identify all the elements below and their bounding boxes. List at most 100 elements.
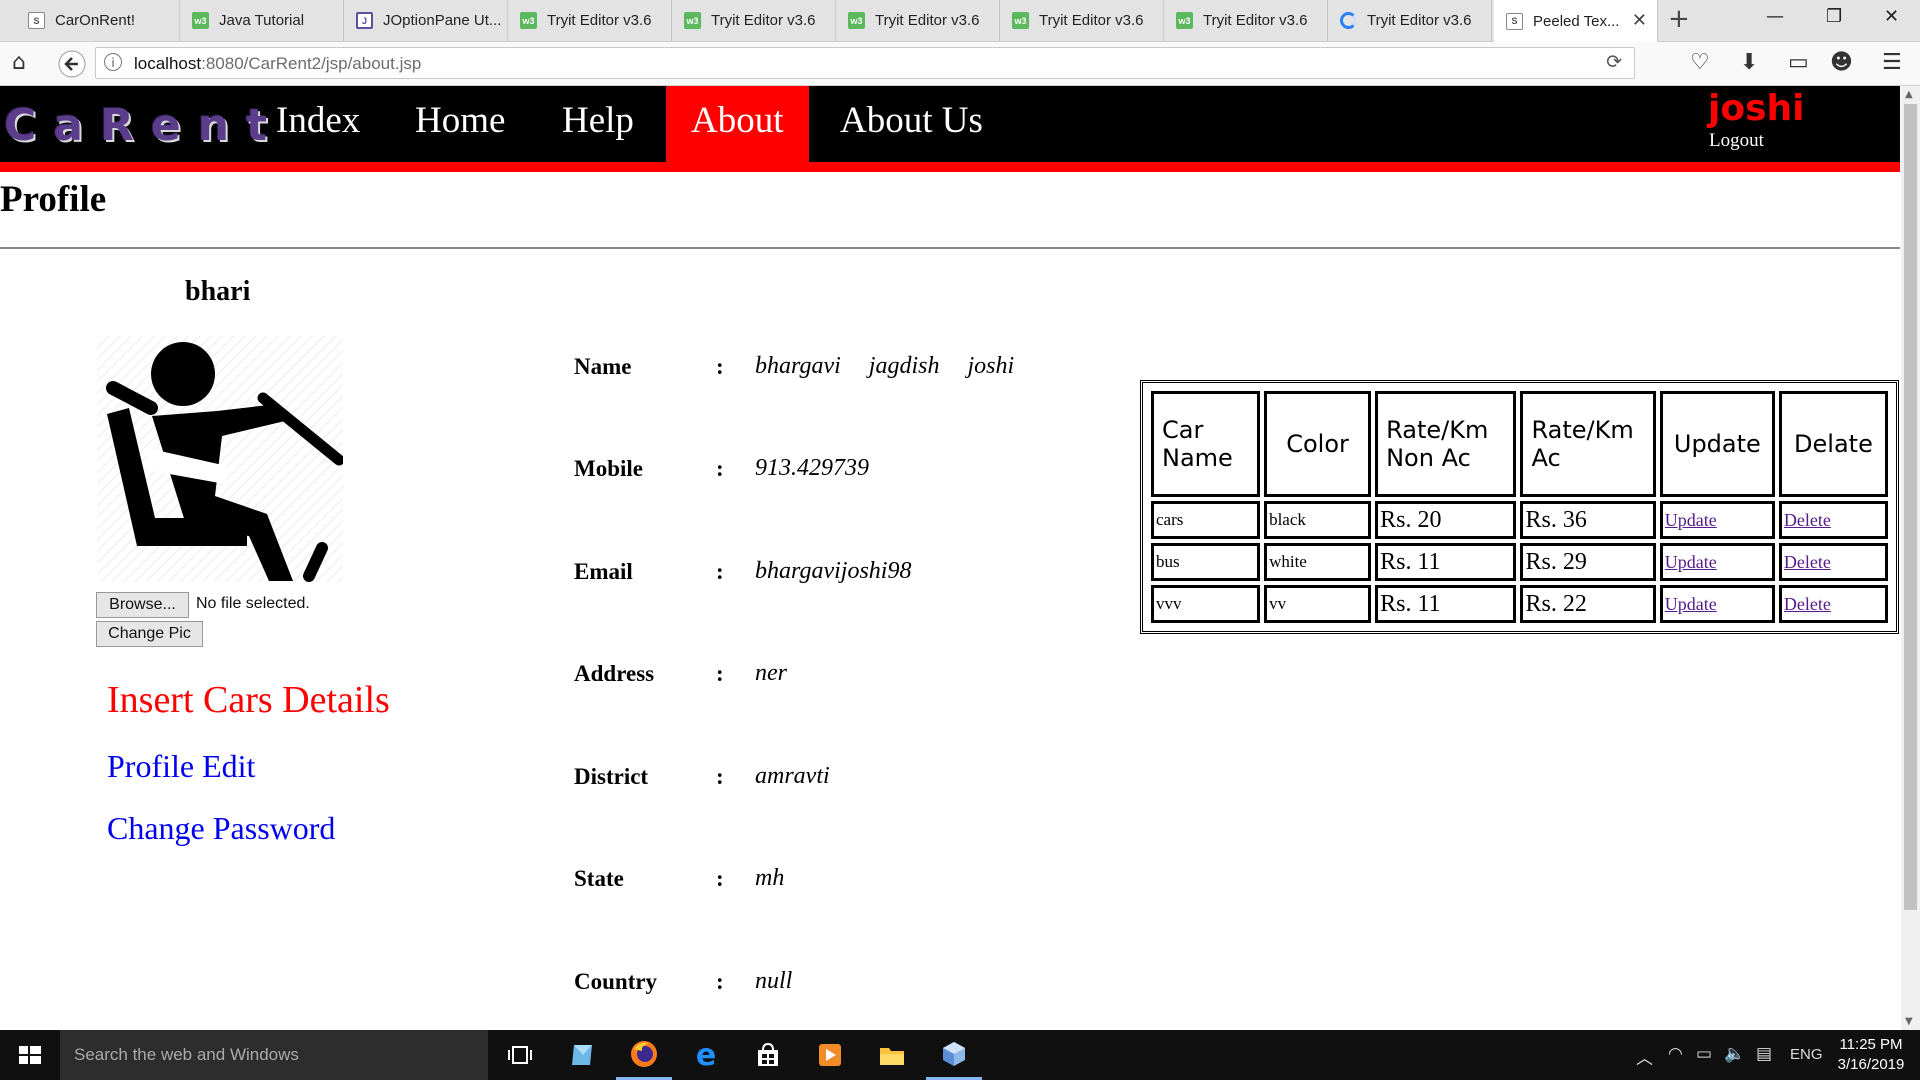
- browser-tab[interactable]: w3 Tryit Editor v3.6: [836, 0, 1000, 41]
- profile-username: bhari: [185, 276, 251, 307]
- restore-icon[interactable]: ❐: [1826, 6, 1842, 27]
- field-value-name: bhargavi jagdish joshi: [755, 353, 1015, 379]
- edge-icon[interactable]: e: [678, 1030, 734, 1080]
- browser-tab[interactable]: w3 Tryit Editor v3.6: [508, 0, 672, 41]
- url-bar[interactable]: i localhost:8080/CarRent2/jsp/about.jsp …: [95, 47, 1635, 79]
- scroll-down-icon[interactable]: ▼: [1905, 1016, 1913, 1027]
- browser-tab[interactable]: Tryit Editor v3.6: [1328, 0, 1492, 41]
- w3schools-icon: w3: [848, 12, 865, 29]
- store-icon[interactable]: [740, 1030, 796, 1080]
- field-label-mobile: Mobile: [574, 456, 643, 481]
- nav-about[interactable]: About: [666, 86, 809, 162]
- nav-about-us[interactable]: About Us: [815, 86, 1008, 162]
- field-separator: :: [716, 559, 724, 584]
- delete-link[interactable]: Delete: [1784, 552, 1831, 572]
- tab-title: Tryit Editor v3.6: [1203, 12, 1308, 29]
- battery-icon[interactable]: ▭: [1696, 1044, 1712, 1064]
- file-explorer-icon[interactable]: [864, 1030, 920, 1080]
- update-link[interactable]: Update: [1665, 552, 1717, 572]
- search-placeholder: Search the web and Windows: [74, 1045, 299, 1064]
- new-tab-button[interactable]: +: [1668, 4, 1690, 34]
- column-header: Car Name: [1151, 391, 1261, 497]
- language-indicator[interactable]: ENG: [1790, 1046, 1823, 1063]
- field-label-email: Email: [574, 559, 633, 584]
- menu-icon[interactable]: ☰: [1882, 50, 1902, 75]
- delete-link[interactable]: Delete: [1784, 594, 1831, 614]
- browser-tab[interactable]: w3 Tryit Editor v3.6: [1000, 0, 1164, 41]
- tab-title: Tryit Editor v3.6: [711, 12, 816, 29]
- field-label-name: Name: [574, 354, 632, 379]
- rate-ac-cell: Rs. 22: [1520, 585, 1656, 623]
- pocket-icon[interactable]: ♡: [1690, 50, 1710, 75]
- close-window-icon[interactable]: ✕: [1884, 6, 1899, 27]
- rate-non-ac-cell: Rs. 20: [1375, 501, 1517, 539]
- logout-link[interactable]: Logout: [1709, 130, 1764, 152]
- download-icon[interactable]: ⬇: [1740, 50, 1758, 75]
- tab-title: Tryit Editor v3.6: [875, 12, 980, 29]
- close-tab-icon[interactable]: ✕: [1632, 10, 1647, 31]
- url-text[interactable]: localhost:8080/CarRent2/jsp/about.jsp: [134, 54, 421, 74]
- w3schools-icon: w3: [192, 12, 209, 29]
- browser-tab[interactable]: S CarOnRent!: [16, 0, 180, 41]
- virtualbox-icon[interactable]: [926, 1030, 982, 1080]
- browser-tab[interactable]: J JOptionPane Ut...: [344, 0, 508, 41]
- site-logo[interactable]: CaRent: [4, 100, 284, 151]
- browse-button[interactable]: Browse...: [96, 592, 189, 618]
- profile-edit-link[interactable]: Profile Edit: [107, 748, 255, 785]
- table-header-row: Car Name Color Rate/Km Non Ac Rate/Km Ac…: [1151, 391, 1888, 497]
- insert-cars-link[interactable]: Insert Cars Details: [107, 678, 390, 722]
- media-player-icon[interactable]: [802, 1030, 858, 1080]
- windows-taskbar: Search the web and Windows e ︿ ◠ ▭ 🔈 ▤ E…: [0, 1030, 1920, 1080]
- tray-chevron-icon[interactable]: ︿: [1636, 1044, 1653, 1069]
- cars-table: Car Name Color Rate/Km Non Ac Rate/Km Ac…: [1140, 380, 1899, 634]
- tab-title: Tryit Editor v3.6: [1367, 12, 1472, 29]
- browser-tab-active[interactable]: S Peeled Tex... ✕: [1494, 0, 1658, 42]
- tab-title: Java Tutorial: [219, 12, 305, 29]
- field-value-country: null: [755, 968, 793, 994]
- library-icon[interactable]: ▭: [1788, 50, 1809, 75]
- field-separator: :: [716, 354, 724, 379]
- column-header: Color: [1264, 391, 1372, 497]
- back-icon[interactable]: [58, 50, 86, 78]
- nav-home[interactable]: Home: [390, 86, 530, 162]
- field-value-email: bhargavijoshi98: [755, 558, 912, 584]
- change-password-link[interactable]: Change Password: [107, 810, 335, 847]
- windows-start-icon[interactable]: [0, 1030, 60, 1080]
- info-icon[interactable]: i: [104, 53, 122, 71]
- update-link[interactable]: Update: [1665, 510, 1717, 530]
- change-pic-button[interactable]: Change Pic: [96, 621, 203, 647]
- update-link[interactable]: Update: [1665, 594, 1717, 614]
- minimize-icon[interactable]: —: [1766, 6, 1784, 27]
- field-label-state: State: [574, 866, 624, 891]
- reload-icon[interactable]: ⟳: [1606, 51, 1622, 73]
- page-content: CaRent Index Home Help About About Us jo…: [0, 86, 1900, 1030]
- nav-index[interactable]: Index: [251, 86, 385, 162]
- browser-tab[interactable]: w3 Tryit Editor v3.6: [672, 0, 836, 41]
- page-icon: S: [28, 12, 45, 29]
- field-separator: :: [716, 456, 724, 481]
- browser-tab[interactable]: w3 Java Tutorial: [180, 0, 344, 41]
- task-view-icon[interactable]: [492, 1030, 548, 1080]
- w3schools-icon: w3: [684, 12, 701, 29]
- browser-tab[interactable]: w3 Tryit Editor v3.6: [1164, 0, 1328, 41]
- car-name-cell: cars: [1151, 501, 1261, 539]
- scroll-up-icon[interactable]: ▲: [1905, 89, 1913, 100]
- chat-icon[interactable]: ☻: [1830, 50, 1853, 75]
- car-name-cell: vvv: [1151, 585, 1261, 623]
- app-icon[interactable]: [554, 1030, 610, 1080]
- nav-help[interactable]: Help: [537, 86, 659, 162]
- field-value-state: mh: [755, 865, 785, 891]
- taskbar-clock[interactable]: 11:25 PM 3/16/2019: [1826, 1035, 1916, 1075]
- scroll-thumb[interactable]: [1904, 104, 1917, 910]
- firefox-icon[interactable]: [616, 1030, 672, 1080]
- field-value-district: amravti: [755, 763, 830, 789]
- delete-link[interactable]: Delete: [1784, 510, 1831, 530]
- volume-icon[interactable]: 🔈: [1724, 1044, 1745, 1064]
- page-scrollbar[interactable]: ▲ ▼: [1901, 86, 1920, 1030]
- taskbar-search-box[interactable]: Search the web and Windows: [60, 1030, 488, 1080]
- home-icon[interactable]: ⌂: [12, 50, 26, 75]
- wifi-icon[interactable]: ◠: [1668, 1044, 1683, 1064]
- notifications-icon[interactable]: ▤: [1756, 1044, 1772, 1064]
- column-header: Rate/Km Ac: [1520, 391, 1656, 497]
- field-value-address: ner: [755, 660, 787, 686]
